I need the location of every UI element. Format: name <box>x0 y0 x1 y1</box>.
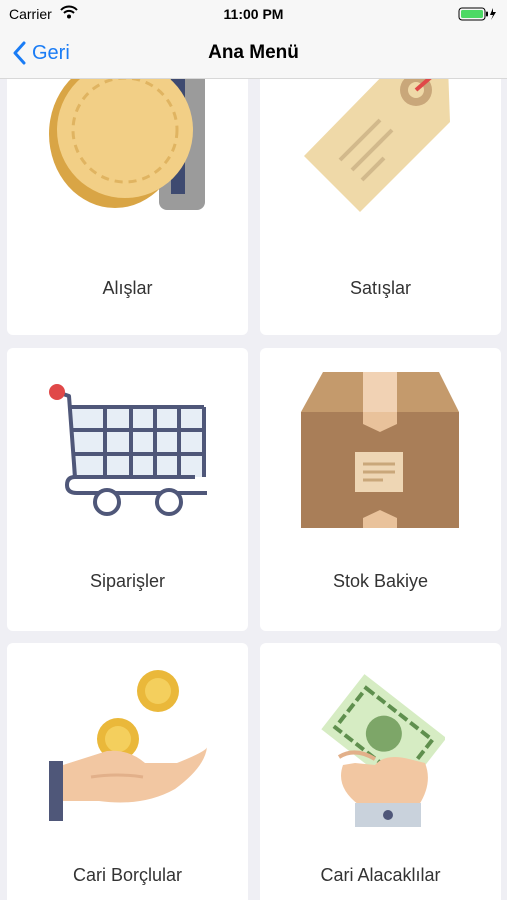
coin-slot-icon <box>49 79 205 210</box>
status-bar: Carrier 11:00 PM <box>0 0 507 28</box>
menu-item-label: Cari Alacaklılar <box>320 865 441 885</box>
menu-item-alislar[interactable]: Alışlar <box>7 79 248 335</box>
menu-item-siparisler[interactable]: Siparişler <box>7 348 248 631</box>
menu-item-satislar[interactable]: Satışlar <box>260 79 501 335</box>
menu-item-label: Cari Borçlular <box>72 865 183 885</box>
menu-item-label: Siparişler <box>89 571 166 591</box>
menu-item-label: Satışlar <box>349 278 412 298</box>
menu-item-cari-borclular[interactable]: Cari Borçlular <box>7 643 248 900</box>
menu-item-cari-alacaklilar[interactable]: Cari Alacaklılar <box>260 643 501 900</box>
battery-icon <box>458 7 498 24</box>
menu-item-label: Alışlar <box>102 278 153 298</box>
cardboard-box-icon <box>301 372 459 528</box>
page-title: Ana Menü <box>208 42 299 63</box>
price-tag-icon <box>304 79 450 212</box>
hand-coins-icon <box>49 670 207 821</box>
navigation-bar: Geri Ana Menü <box>0 28 507 79</box>
menu-grid: Alışlar Satışlar Siparişler Stok Bakiye … <box>0 79 507 900</box>
status-time: 11:00 PM <box>223 6 284 22</box>
shopping-cart-icon <box>49 384 207 516</box>
menu-item-label: Stok Bakiye <box>332 571 429 591</box>
menu-item-stok-bakiye[interactable]: Stok Bakiye <box>260 348 501 631</box>
money-hand-icon <box>321 674 445 827</box>
